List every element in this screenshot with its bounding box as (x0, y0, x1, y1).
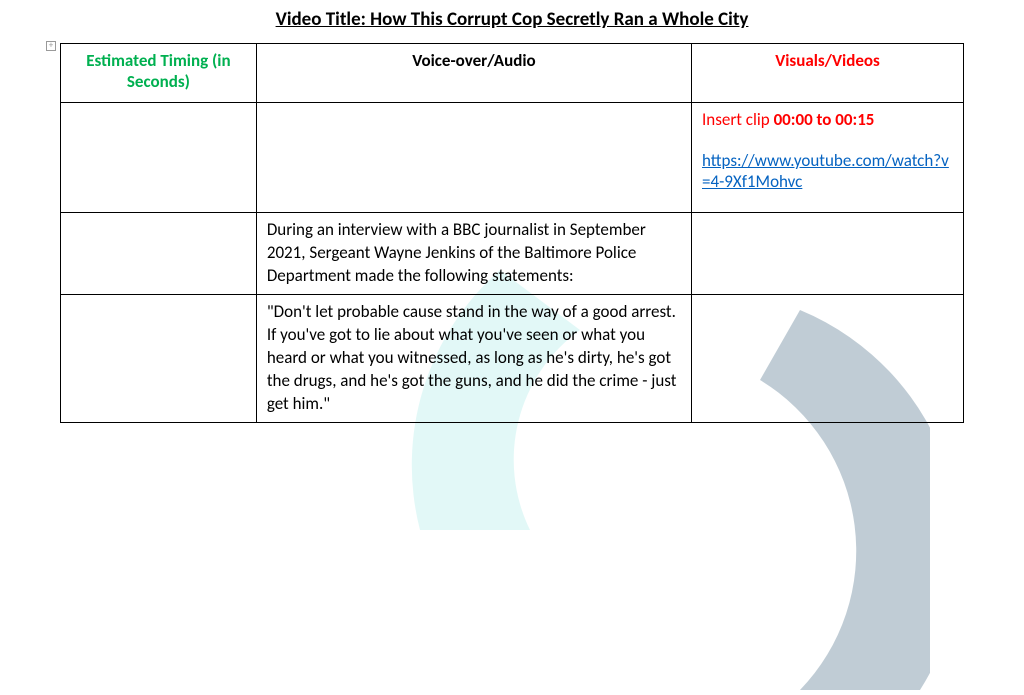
header-timing: Estimated Timing (in Seconds) (61, 44, 257, 103)
table-row: During an interview with a BBC journalis… (61, 213, 964, 295)
visuals-instruction: Insert clip 00:00 to 00:15 (702, 109, 953, 132)
header-audio: Voice-over/Audio (256, 44, 691, 103)
cell-audio[interactable] (256, 103, 691, 213)
table-move-handle[interactable]: + (46, 41, 56, 51)
header-visuals: Visuals/Videos (692, 44, 964, 103)
document-title: Video Title: How This Corrupt Cop Secret… (60, 8, 964, 31)
cell-timing[interactable] (61, 294, 257, 422)
cell-audio[interactable]: "Don't let probable cause stand in the w… (256, 294, 691, 422)
cell-audio[interactable]: During an interview with a BBC journalis… (256, 213, 691, 295)
script-table: Estimated Timing (in Seconds) Voice-over… (60, 43, 964, 423)
cell-visuals[interactable] (692, 294, 964, 422)
table-header-row: Estimated Timing (in Seconds) Voice-over… (61, 44, 964, 103)
cell-visuals[interactable] (692, 213, 964, 295)
table-row: "Don't let probable cause stand in the w… (61, 294, 964, 422)
cell-timing[interactable] (61, 213, 257, 295)
youtube-link[interactable]: https://www.youtube.com/watch?v=4-9Xf1Mo… (702, 150, 953, 192)
cell-visuals[interactable]: Insert clip 00:00 to 00:15 https://www.y… (692, 103, 964, 213)
table-row: Insert clip 00:00 to 00:15 https://www.y… (61, 103, 964, 213)
cell-timing[interactable] (61, 103, 257, 213)
